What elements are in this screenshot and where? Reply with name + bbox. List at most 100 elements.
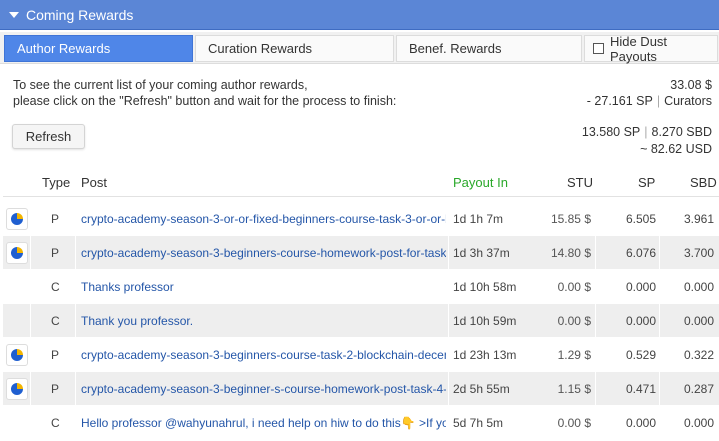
column-divider: [659, 304, 660, 337]
row-sbd: 3.700: [683, 245, 714, 260]
column-divider: [75, 270, 76, 303]
hide-dust-label: Hide Dust Payouts: [609, 33, 668, 64]
pie-chart-icon-graphic: [11, 383, 23, 395]
column-divider: [595, 304, 596, 337]
table-row[interactable]: C Hello professor @wahyunahrul, i need he…: [3, 406, 719, 439]
table-row[interactable]: Pcrypto-academy-season-3-beginners-cours…: [3, 338, 719, 371]
row-sp: 0.000: [625, 279, 656, 294]
column-divider: [30, 270, 31, 303]
row-sbd: 0.000: [683, 279, 714, 294]
column-divider: [448, 304, 449, 337]
row-stu: 14.80 $: [550, 245, 591, 260]
row-type: P: [51, 381, 60, 396]
total-usd: 33.08 $: [670, 78, 712, 92]
row-stu: 1.15 $: [557, 381, 591, 396]
separator: |: [656, 94, 661, 108]
column-divider: [595, 270, 596, 303]
row-stu: 0.00 $: [557, 313, 591, 328]
table-row[interactable]: Pcrypto-academy-season-3-beginners-cours…: [3, 236, 719, 269]
row-stu: 0.00 $: [557, 279, 591, 294]
column-divider: [659, 338, 660, 371]
row-post-link[interactable]: Thanks professor: [81, 270, 446, 303]
panel-title: Coming Rewards: [26, 6, 134, 23]
column-divider: [30, 304, 31, 337]
row-sp: 0.529: [625, 347, 656, 362]
tab-author-rewards[interactable]: Author Rewards: [4, 35, 193, 62]
row-payout-in: 2d 5h 55m: [453, 381, 510, 396]
column-divider: [30, 406, 31, 439]
column-divider: [448, 406, 449, 439]
row-sp: 6.505: [625, 211, 656, 226]
table-row[interactable]: C Thanks professor 1d 10h 58m 0.00 $ 0.000 0.…: [3, 270, 719, 303]
tab-curation-label: Curation Rewards: [208, 41, 313, 56]
row-type: C: [51, 415, 60, 430]
hide-dust-toggle[interactable]: Hide Dust Payouts: [584, 33, 718, 64]
col-sbd[interactable]: SBD: [690, 175, 717, 190]
column-divider: [595, 406, 596, 439]
row-sbd: 0.287: [683, 381, 714, 396]
row-sbd: 0.000: [683, 415, 714, 430]
table-row[interactable]: C Thank you professor. 1d 10h 59m 0.00 $ 0.0…: [3, 304, 719, 337]
instructions-line-2: please click on the "Refresh" button and…: [13, 94, 397, 108]
row-post-link[interactable]: crypto-academy-season-3-beginners-course…: [81, 338, 446, 371]
row-payout-in: 1d 1h 7m: [453, 211, 504, 226]
col-sp[interactable]: SP: [638, 175, 655, 190]
row-sp: 0.000: [625, 415, 656, 430]
row-stu: 0.00 $: [557, 415, 591, 430]
summary-top: 33.08 $ - 27.161 SP | Curators: [587, 77, 712, 109]
row-type: P: [51, 211, 60, 226]
instructions: To see the current list of your coming a…: [13, 77, 396, 109]
collapse-caret-icon[interactable]: [9, 11, 19, 18]
col-stu[interactable]: STU: [567, 175, 593, 190]
column-divider: [448, 236, 449, 269]
table-header: Type Post Payout In STU SP SBD: [3, 170, 719, 197]
tab-benef-rewards[interactable]: Benef. Rewards: [396, 35, 582, 62]
row-stu: 15.85 $: [550, 211, 591, 226]
curators-label: Curators: [664, 94, 712, 108]
tab-curation-rewards[interactable]: Curation Rewards: [195, 35, 394, 62]
curators-sp: - 27.161 SP: [586, 94, 653, 108]
row-post-link[interactable]: crypto-academy-season-3-beginner-s-cours…: [81, 372, 446, 405]
column-divider: [30, 338, 31, 371]
column-divider: [75, 372, 76, 405]
column-divider: [448, 202, 449, 235]
table-row[interactable]: Pcrypto-academy-season-3-beginner-s-cour…: [3, 372, 719, 405]
row-type: C: [51, 313, 60, 328]
total-sp: 13.580 SP: [581, 125, 641, 139]
summary-totals: 13.580 SP | 8.270 SBD ~ 82.62 USD: [582, 124, 712, 158]
hide-dust-checkbox[interactable]: [593, 43, 604, 54]
row-type: P: [51, 245, 60, 260]
column-divider: [75, 338, 76, 371]
row-sbd: 3.961: [683, 211, 714, 226]
pie-chart-icon[interactable]: [6, 344, 28, 366]
row-stu: 1.29 $: [557, 347, 591, 362]
row-post-link[interactable]: crypto-academy-season-3-beginners-course…: [81, 236, 446, 269]
table-row[interactable]: Pcrypto-academy-season-3-or-or-fixed-beg…: [3, 202, 719, 235]
pie-chart-icon[interactable]: [6, 378, 28, 400]
pie-chart-icon[interactable]: [6, 242, 28, 264]
row-sbd: 0.000: [683, 313, 714, 328]
column-divider: [659, 270, 660, 303]
row-sbd: 0.322: [683, 347, 714, 362]
row-payout-in: 1d 23h 13m: [453, 347, 517, 362]
row-post-link[interactable]: crypto-academy-season-3-or-or-fixed-begi…: [81, 202, 446, 235]
column-divider: [75, 304, 76, 337]
pie-chart-icon[interactable]: [6, 208, 28, 230]
coming-rewards-header[interactable]: Coming Rewards: [0, 0, 719, 30]
row-payout-in: 1d 10h 59m: [453, 313, 517, 328]
col-post[interactable]: Post: [81, 175, 107, 190]
column-divider: [75, 406, 76, 439]
row-post-link[interactable]: Thank you professor.: [81, 304, 446, 337]
refresh-button[interactable]: Refresh: [12, 124, 85, 149]
row-sp: 6.076: [625, 245, 656, 260]
col-type[interactable]: Type: [42, 175, 70, 190]
row-post-link[interactable]: Hello professor @wahyunahrul, i need hel…: [81, 406, 446, 439]
total-usd-approx: ~ 82.62 USD: [640, 142, 712, 156]
column-divider: [448, 372, 449, 405]
row-payout-in: 1d 10h 58m: [453, 279, 517, 294]
tab-benef-label: Benef. Rewards: [409, 41, 502, 56]
column-divider: [448, 270, 449, 303]
col-payout[interactable]: Payout In: [453, 175, 508, 190]
column-divider: [448, 338, 449, 371]
column-divider: [659, 406, 660, 439]
